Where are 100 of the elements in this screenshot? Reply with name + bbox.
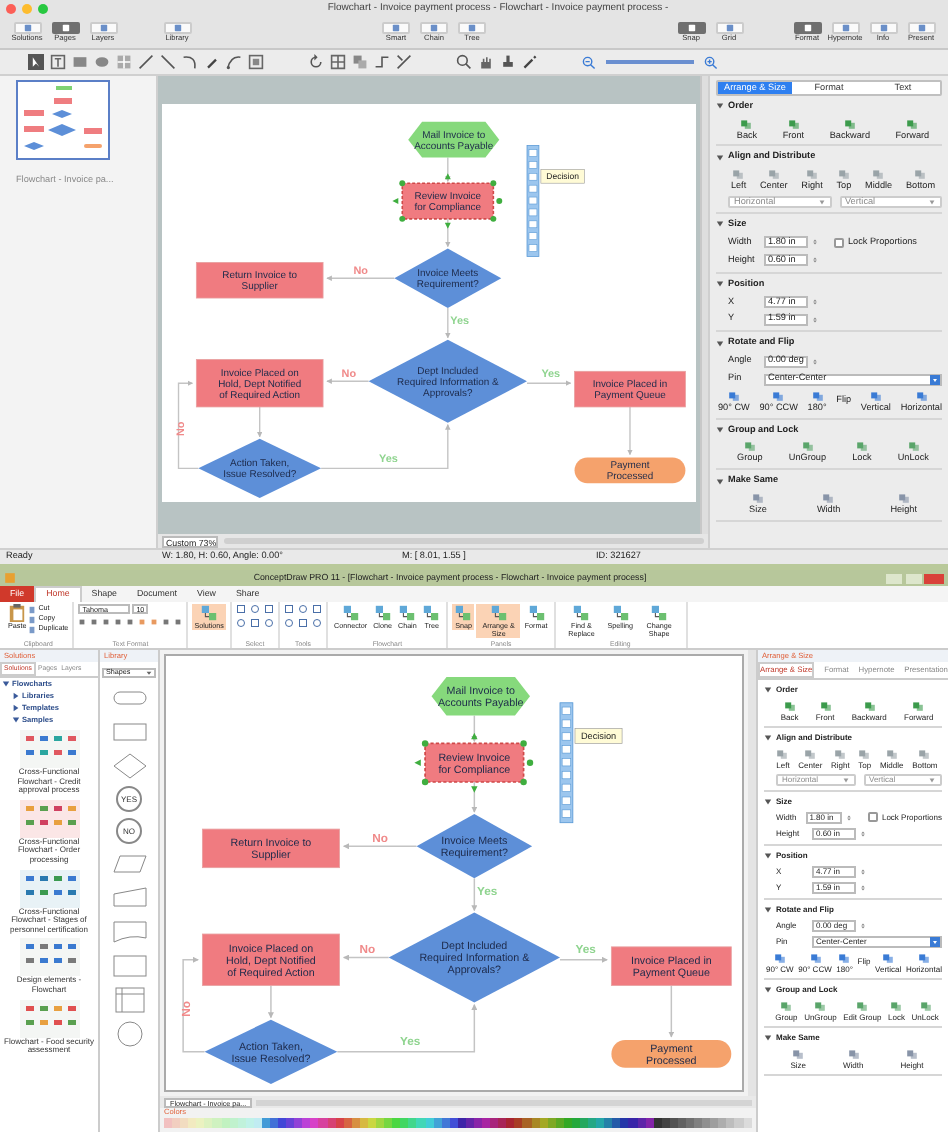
square-icon (841, 24, 849, 33)
manual-input-shape[interactable] (109, 884, 149, 912)
flowchart-thumbnail[interactable] (19, 938, 79, 977)
connector-icon[interactable] (374, 54, 390, 70)
square-icon (687, 24, 695, 33)
zoom-out-icon[interactable] (582, 55, 596, 69)
page-thumbnail[interactable] (16, 80, 110, 160)
shapes-icon (200, 604, 219, 622)
shape-icon (787, 117, 800, 130)
shape-icon (822, 491, 835, 504)
close-button[interactable] (6, 4, 16, 14)
flowchart-thumbnail[interactable] (19, 999, 79, 1038)
table-icon[interactable] (116, 54, 132, 70)
grid-icon[interactable] (330, 54, 346, 70)
caret-icon (930, 373, 940, 386)
shapes-icon (373, 604, 392, 622)
shape-icon (838, 951, 851, 964)
connector-arrow (342, 954, 390, 961)
shape-icon (885, 747, 898, 760)
shape-icon (792, 1047, 805, 1060)
shape-icon (855, 440, 868, 453)
selection-handles[interactable] (414, 732, 534, 793)
expanded-arrow-icon (716, 153, 724, 162)
square-icon (173, 24, 181, 33)
shapes-icon (341, 604, 360, 622)
document-shape[interactable] (109, 918, 149, 946)
connector-icon[interactable] (396, 54, 412, 70)
shape-icon (780, 999, 793, 1012)
connector-arrow (471, 714, 478, 743)
bezier-icon[interactable] (226, 54, 242, 70)
arc-icon[interactable] (182, 54, 198, 70)
layers-icon[interactable] (352, 54, 368, 70)
shape-icon (743, 440, 756, 453)
shapes-icon (422, 604, 441, 622)
connector-arrow (177, 380, 199, 470)
zoom-in-icon[interactable] (704, 55, 718, 69)
close-button[interactable] (924, 573, 944, 583)
shape-icon (727, 389, 740, 402)
ellipse-icon[interactable] (94, 54, 110, 70)
pointer-icon[interactable] (28, 54, 44, 70)
shape-icon (856, 999, 869, 1012)
flowchart-thumbnail[interactable] (19, 799, 79, 838)
app-icon (4, 572, 16, 584)
shapes-icon (572, 604, 591, 622)
shape-icon (806, 168, 819, 181)
shape-icon (872, 168, 885, 181)
stamp-icon[interactable] (500, 54, 516, 70)
decision-shape[interactable] (109, 752, 149, 780)
vertical-scrollbar[interactable] (700, 76, 708, 534)
text-box-icon[interactable] (50, 54, 66, 70)
pen-icon[interactable] (204, 54, 220, 70)
color-palette[interactable] (164, 1118, 752, 1128)
shape-icon (882, 951, 895, 964)
shape-icon (801, 440, 814, 453)
square-icon (468, 24, 476, 33)
shape-icon (772, 389, 785, 402)
quick-shape-toolbar[interactable] (526, 145, 540, 257)
shape-icon (915, 389, 928, 402)
line-icon[interactable] (160, 54, 176, 70)
image-icon[interactable] (248, 54, 264, 70)
vertical-scrollbar[interactable] (748, 650, 756, 1096)
flowchart-thumbnail[interactable] (19, 869, 79, 908)
shape-icon (751, 491, 764, 504)
checkbox[interactable] (867, 812, 878, 823)
shape-icon (906, 117, 919, 130)
caret-icon (146, 670, 152, 676)
search-icon[interactable] (456, 54, 472, 70)
rectangle-icon[interactable] (72, 54, 88, 70)
checkbox[interactable] (834, 237, 844, 248)
shapes-icon (489, 604, 508, 622)
rotate-icon[interactable] (308, 54, 324, 70)
square-icon (803, 24, 811, 33)
hand-icon[interactable] (478, 54, 494, 70)
shape-icon (773, 951, 786, 964)
eyedropper-icon[interactable] (522, 54, 538, 70)
shape-icon (811, 389, 824, 402)
shapes-icon (398, 604, 417, 622)
line-icon[interactable] (138, 54, 154, 70)
connector-arrow (336, 1003, 478, 1053)
shapes-icon (611, 604, 630, 622)
quick-shape-toolbar[interactable] (559, 702, 574, 824)
connector-arrow (326, 378, 370, 384)
connector-arrow (182, 956, 206, 1053)
shape-icon (819, 699, 832, 712)
connector-arrow (445, 156, 451, 182)
square-icon (23, 24, 31, 33)
expanded-arrow-icon (764, 1033, 772, 1042)
caret-icon (930, 935, 940, 948)
square-icon (61, 24, 69, 33)
shape-icon (809, 951, 821, 964)
selection-handles[interactable] (392, 173, 503, 229)
shapes-icon (650, 604, 669, 622)
expanded-arrow-icon (764, 985, 772, 994)
data-shape[interactable] (109, 850, 149, 878)
square-icon (725, 24, 733, 33)
expanded-arrow-icon (716, 339, 724, 348)
square-icon (879, 24, 887, 33)
flowchart-thumbnail[interactable] (19, 730, 79, 769)
connector-arrow (526, 380, 572, 386)
connector-arrow (471, 781, 478, 813)
